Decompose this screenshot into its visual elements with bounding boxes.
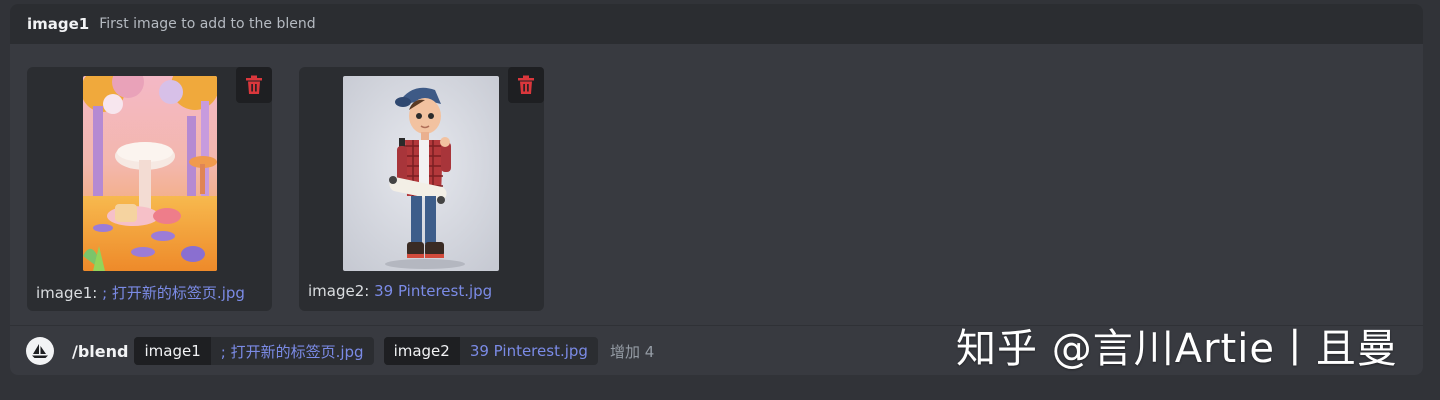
option-key: image1	[134, 337, 211, 365]
option-key: image2	[383, 337, 460, 365]
attachment-card-1: image1: ; 打开新的标签页.jpg	[27, 67, 272, 311]
trash-icon	[246, 75, 262, 94]
attachment-thumbnail-1[interactable]	[83, 76, 217, 271]
delete-attachment-button-2[interactable]	[508, 67, 544, 103]
attachment-card-2: image2: 39 Pinterest.jpg	[299, 67, 544, 311]
more-options-button[interactable]: 增加 4	[610, 341, 654, 362]
option-name: image1	[27, 15, 90, 33]
option-description: First image to add to the blend	[99, 16, 316, 32]
command-option-image2[interactable]: image2 39 Pinterest.jpg	[383, 337, 598, 365]
trash-icon	[518, 75, 534, 94]
slash-command-bar: /blend image1 ; 打开新的标签页.jpg image2 39 Pi…	[26, 336, 654, 366]
skateboarder-character-image	[343, 76, 499, 271]
attachment-thumbnail-2[interactable]	[343, 76, 499, 271]
attachment-caption-label: image2:	[308, 282, 370, 300]
mushroom-scene-image	[83, 76, 217, 271]
attachment-caption-label: image1:	[36, 284, 98, 302]
attachment-caption-2: image2: 39 Pinterest.jpg	[308, 282, 492, 300]
option-header: image1 First image to add to the blend	[10, 4, 1423, 44]
option-value: ; 打开新的标签页.jpg	[220, 342, 364, 361]
sailboat-icon	[26, 337, 54, 365]
option-value: 39 Pinterest.jpg	[469, 342, 588, 360]
delete-attachment-button-1[interactable]	[236, 67, 272, 103]
attachment-filename-link[interactable]: ; 打开新的标签页.jpg	[102, 284, 245, 302]
watermark: 知乎 @言川Artie丨且曼	[956, 326, 1398, 372]
attachment-filename-link[interactable]: 39 Pinterest.jpg	[374, 282, 492, 300]
command-name: /blend	[72, 341, 129, 361]
command-option-image1[interactable]: image1 ; 打开新的标签页.jpg	[134, 337, 374, 365]
attachment-caption-1: image1: ; 打开新的标签页.jpg	[36, 282, 245, 303]
